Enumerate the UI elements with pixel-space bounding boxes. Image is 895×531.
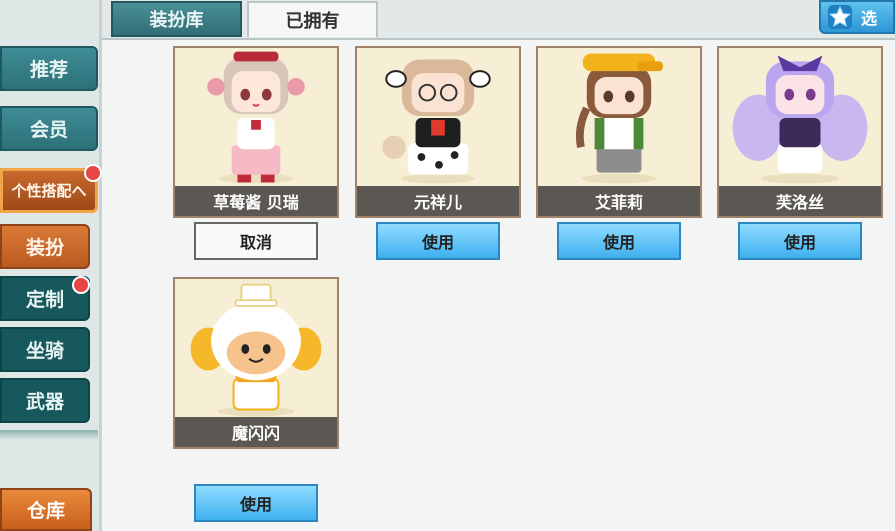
top-right-label: 选 <box>861 9 878 28</box>
tab-owned[interactable]: 已拥有 <box>247 1 378 37</box>
notification-dot <box>84 164 102 182</box>
warehouse-button[interactable]: 仓库 <box>0 488 92 531</box>
sidebar-dress-up-button[interactable]: 装扮 <box>0 224 90 269</box>
use-button[interactable]: 使用 <box>738 222 862 260</box>
character-mo-shanshan-image <box>190 283 322 417</box>
skin-name: 艾菲莉 <box>538 186 700 216</box>
use-button-label: 使用 <box>421 233 454 252</box>
tab-wardrobe-label: 装扮库 <box>149 10 204 31</box>
skin-card-mo-shanshan[interactable]: 魔闪闪 <box>173 277 339 449</box>
character-yuan-xianger-image <box>382 59 491 184</box>
character-aifeili-image <box>575 53 663 184</box>
skin-name: 魔闪闪 <box>175 417 337 447</box>
cancel-button[interactable]: 取消 <box>194 222 318 260</box>
sidebar-membership-button[interactable]: 会员 <box>0 106 98 151</box>
sidebar-mounts-label: 坐骑 <box>25 340 64 362</box>
sidebar-personal-match-label: 个性搭配へ <box>11 182 87 200</box>
sidebar-membership-label: 会员 <box>29 119 68 141</box>
category-sidebar: 推荐 会员 个性搭配へ 装扮 定制 坐骑 武器 仓库 <box>0 0 102 531</box>
use-button-label: 使用 <box>239 495 272 514</box>
use-button[interactable]: 使用 <box>194 484 318 522</box>
sidebar-recommend-button[interactable]: 推荐 <box>0 46 98 91</box>
use-button-label: 使用 <box>783 233 816 252</box>
use-button-label: 使用 <box>602 233 635 252</box>
skin-card-fuluosi[interactable]: 芙洛丝 <box>717 46 883 218</box>
warehouse-label: 仓库 <box>26 500 65 522</box>
sidebar-weapons-button[interactable]: 武器 <box>0 378 90 423</box>
tab-bar: 装扮库 已拥有 选 <box>102 0 895 40</box>
character-strawberry-berry-image <box>207 51 305 184</box>
skin-card-strawberry-berry[interactable]: 草莓酱 贝瑞 <box>173 46 339 218</box>
star-icon <box>828 5 852 29</box>
notification-dot <box>72 276 90 294</box>
sidebar-weapons-label: 武器 <box>25 391 64 413</box>
sidebar-scroll-fade <box>0 430 98 440</box>
sidebar-recommend-label: 推荐 <box>29 59 68 81</box>
skin-name: 芙洛丝 <box>719 186 881 216</box>
tab-wardrobe[interactable]: 装扮库 <box>111 1 242 37</box>
owned-skins-grid: 草莓酱 贝瑞 取消 元祥儿 使用 艾菲莉 使用 芙洛丝 使用 魔闪闪 使用 <box>102 40 895 531</box>
sidebar-mounts-button[interactable]: 坐骑 <box>0 327 90 372</box>
use-button[interactable]: 使用 <box>557 222 681 260</box>
sidebar-customize-label: 定制 <box>25 289 64 311</box>
character-fuluosi-image <box>732 55 868 184</box>
skin-name: 元祥儿 <box>357 186 519 216</box>
skin-name: 草莓酱 贝瑞 <box>175 186 337 216</box>
tab-owned-label: 已拥有 <box>285 11 340 32</box>
sidebar-dress-up-label: 装扮 <box>25 237 64 259</box>
use-button[interactable]: 使用 <box>376 222 500 260</box>
top-right-button[interactable]: 选 <box>819 0 895 34</box>
skin-card-yuan-xianger[interactable]: 元祥儿 <box>355 46 521 218</box>
skin-card-aifeili[interactable]: 艾菲莉 <box>536 46 702 218</box>
cancel-button-label: 取消 <box>239 233 272 252</box>
